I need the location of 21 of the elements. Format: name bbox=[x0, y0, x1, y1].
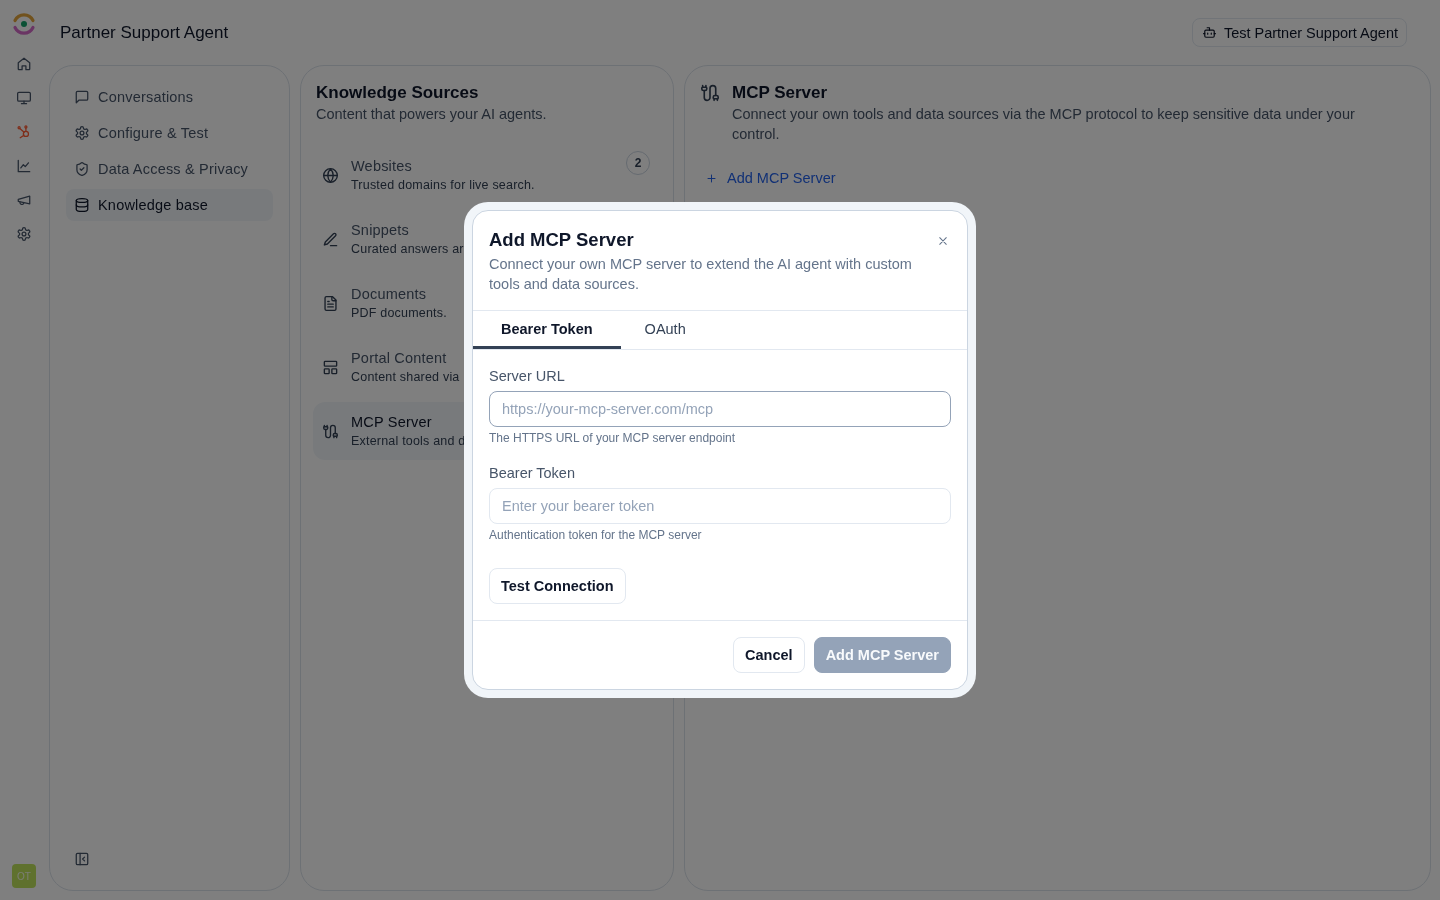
source-title: MCP Server bbox=[351, 412, 432, 432]
dialog-title: Add MCP Server bbox=[489, 229, 635, 251]
source-description: External tools and d bbox=[351, 432, 466, 450]
source-title: Documents bbox=[351, 284, 427, 304]
dialog-description: Connect your own MCP server to extend the AI agent with custom tools and data sources. bbox=[489, 255, 913, 294]
field-hint: Authentication token for the MCP server bbox=[489, 527, 702, 543]
source-description: PDF documents. bbox=[351, 304, 447, 322]
source-title: Snippets bbox=[351, 220, 410, 240]
source-description: Trusted domains for live search. bbox=[351, 176, 535, 194]
panel-description: Connect your own tools and data sources via the MCP protocol to keep sensitive data under your control. bbox=[732, 105, 1356, 144]
source-title: Portal Content bbox=[351, 348, 447, 368]
page-title: Partner Support Agent bbox=[60, 22, 229, 43]
source-description: Curated answers ar bbox=[351, 240, 464, 258]
field-label: Bearer Token bbox=[489, 464, 575, 483]
panel-subtitle: Content that powers your AI agents. bbox=[316, 105, 548, 124]
panel-title: Knowledge Sources bbox=[316, 82, 480, 104]
source-title: Websites bbox=[351, 156, 412, 176]
panel-title: MCP Server bbox=[732, 82, 829, 104]
source-description: Content shared via bbox=[351, 368, 460, 386]
field-hint: The HTTPS URL of your MCP server endpoint bbox=[489, 430, 736, 446]
field-label: Server URL bbox=[489, 367, 565, 386]
